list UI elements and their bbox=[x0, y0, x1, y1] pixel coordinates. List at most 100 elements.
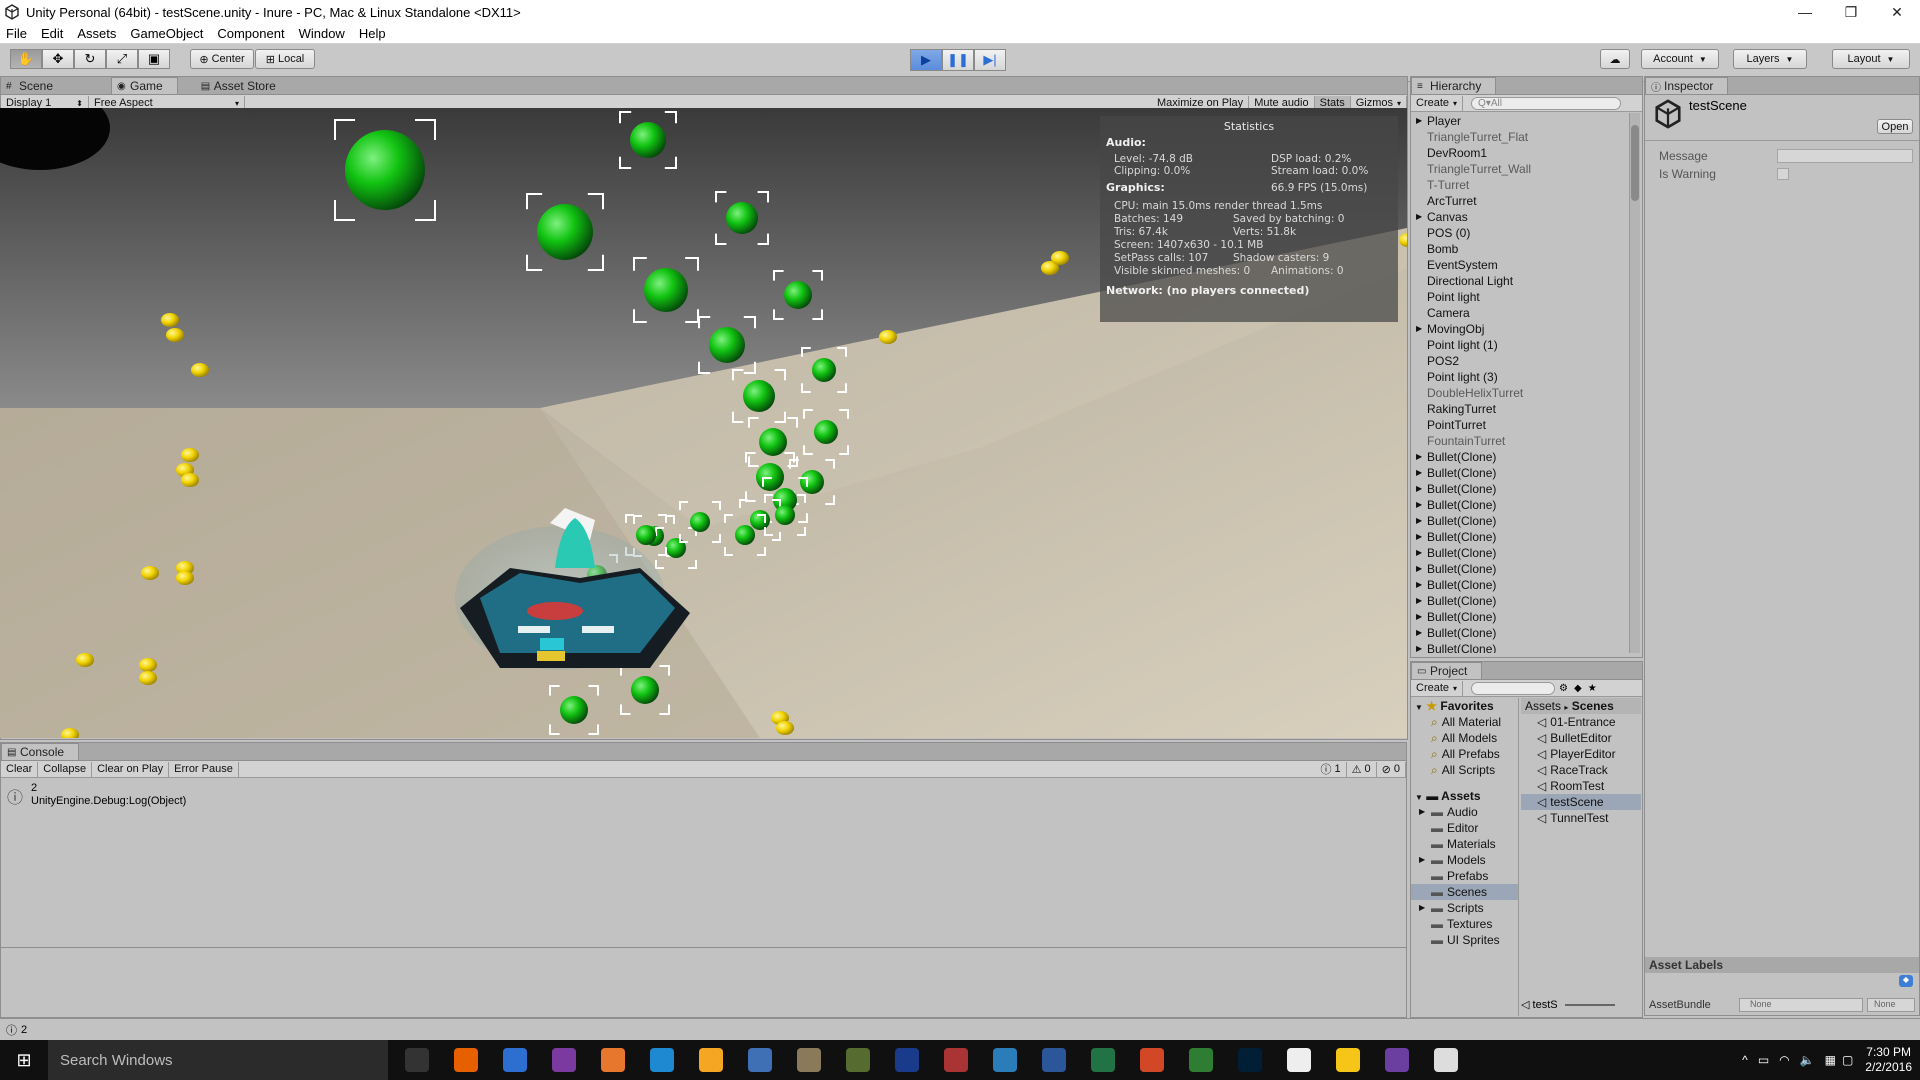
icon-size-slider[interactable] bbox=[1564, 1004, 1615, 1007]
expand-arrow-icon[interactable]: ▶ bbox=[1416, 609, 1422, 625]
expand-arrow-icon[interactable]: ▶ bbox=[1416, 545, 1422, 561]
favorite-item[interactable]: ⌕ All Prefabs bbox=[1411, 746, 1518, 762]
message-field[interactable] bbox=[1777, 149, 1913, 163]
minimize-button[interactable]: — bbox=[1782, 0, 1828, 24]
pause-button[interactable]: ❚❚ bbox=[942, 49, 974, 71]
hierarchy-item[interactable]: Directional Light bbox=[1411, 273, 1629, 289]
scale-tool-button[interactable]: ⤢ bbox=[106, 49, 138, 69]
battery-icon[interactable]: ▭ bbox=[1758, 1053, 1769, 1067]
taskbar-app-icon[interactable] bbox=[1176, 1040, 1225, 1080]
tab-asset-store[interactable]: ▤ Asset Store bbox=[196, 78, 290, 94]
hierarchy-item[interactable]: POS (0) bbox=[1411, 225, 1629, 241]
project-search-input[interactable] bbox=[1471, 681, 1556, 695]
menu-gameobject[interactable]: GameObject bbox=[130, 26, 203, 41]
hierarchy-item[interactable]: RakingTurret bbox=[1411, 401, 1629, 417]
taskbar-app-icon[interactable] bbox=[539, 1040, 588, 1080]
asset-folder-item[interactable]: ▬ Textures bbox=[1411, 916, 1518, 932]
console-clear-on-play-button[interactable]: Clear on Play bbox=[92, 761, 170, 777]
favorites-node[interactable]: ▼ ★ Favorites bbox=[1411, 698, 1518, 714]
log-count-toggle[interactable]: ⓘ 1 bbox=[1316, 761, 1347, 777]
error-count-toggle[interactable]: ⊘ 0 bbox=[1377, 761, 1406, 777]
hierarchy-item[interactable]: Point light (1) bbox=[1411, 337, 1629, 353]
account-dropdown[interactable]: Account ▼ bbox=[1641, 49, 1719, 69]
is-warning-checkbox[interactable] bbox=[1777, 168, 1789, 180]
expand-arrow-icon[interactable]: ▶ bbox=[1416, 529, 1422, 545]
hierarchy-item[interactable]: ▶ Bullet(Clone) bbox=[1411, 497, 1629, 513]
asset-folder-item[interactable]: ▶ ▬ Scripts bbox=[1411, 900, 1518, 916]
scene-file-item[interactable]: ◁ RaceTrack bbox=[1521, 762, 1641, 778]
star-icon[interactable]: ★ bbox=[1588, 683, 1597, 694]
asset-folder-item[interactable]: ▬ Prefabs bbox=[1411, 868, 1518, 884]
console-entry[interactable]: ⓘ 2 UnityEngine.Debug:Log(Object) bbox=[1, 778, 1406, 812]
favorite-item[interactable]: ⌕ All Scripts bbox=[1411, 762, 1518, 778]
scene-file-item[interactable]: ◁ TunnelTest bbox=[1521, 810, 1641, 826]
taskbar-app-icon[interactable] bbox=[1372, 1040, 1421, 1080]
taskbar-app-icon[interactable] bbox=[1127, 1040, 1176, 1080]
play-button[interactable]: ▶ bbox=[910, 49, 942, 71]
asset-folder-item[interactable]: ▬ Scenes bbox=[1411, 884, 1518, 900]
hierarchy-item[interactable]: Bomb bbox=[1411, 241, 1629, 257]
taskbar-app-icon[interactable] bbox=[882, 1040, 931, 1080]
hierarchy-create-dropdown[interactable]: Create ▾ bbox=[1411, 95, 1464, 111]
tab-scene[interactable]: # Scene bbox=[1, 78, 67, 94]
hierarchy-item[interactable]: ▶ Bullet(Clone) bbox=[1411, 593, 1629, 609]
taskbar-app-icon[interactable] bbox=[637, 1040, 686, 1080]
taskbar-app-icon[interactable] bbox=[1029, 1040, 1078, 1080]
hierarchy-item[interactable]: ArcTurret bbox=[1411, 193, 1629, 209]
scene-file-item[interactable]: ◁ testScene bbox=[1521, 794, 1641, 810]
hierarchy-item[interactable]: ▶ Bullet(Clone) bbox=[1411, 625, 1629, 641]
close-button[interactable]: ✕ bbox=[1874, 0, 1920, 24]
rotate-tool-button[interactable]: ↻ bbox=[74, 49, 106, 69]
favorite-item[interactable]: ⌕ All Material bbox=[1411, 714, 1518, 730]
hierarchy-item[interactable]: Camera bbox=[1411, 305, 1629, 321]
hierarchy-search-input[interactable]: Q▾All bbox=[1471, 96, 1622, 110]
hierarchy-item[interactable]: Point light (3) bbox=[1411, 369, 1629, 385]
wifi-icon[interactable]: ◠ bbox=[1779, 1053, 1789, 1067]
pivot-local-button[interactable]: ⊞ Local bbox=[255, 49, 315, 69]
taskbar-app-icon[interactable] bbox=[1274, 1040, 1323, 1080]
expand-arrow-icon[interactable]: ▶ bbox=[1416, 577, 1422, 593]
hierarchy-item[interactable]: T-Turret bbox=[1411, 177, 1629, 193]
tray-chevron-icon[interactable]: ^ bbox=[1742, 1053, 1748, 1067]
expand-arrow-icon[interactable]: ▶ bbox=[1419, 852, 1425, 868]
taskbar-app-icon[interactable] bbox=[931, 1040, 980, 1080]
taskbar-app-icon[interactable] bbox=[833, 1040, 882, 1080]
taskbar-app-icon[interactable] bbox=[588, 1040, 637, 1080]
menu-component[interactable]: Component bbox=[217, 26, 284, 41]
taskbar-app-icon[interactable] bbox=[980, 1040, 1029, 1080]
expand-arrow-icon[interactable]: ▶ bbox=[1419, 900, 1425, 916]
project-create-dropdown[interactable]: Create ▾ bbox=[1411, 680, 1464, 696]
menu-file[interactable]: File bbox=[6, 26, 27, 41]
hierarchy-item[interactable]: ▶ Bullet(Clone) bbox=[1411, 561, 1629, 577]
scene-file-item[interactable]: ◁ RoomTest bbox=[1521, 778, 1641, 794]
collab-cloud-button[interactable]: ☁ bbox=[1600, 49, 1630, 69]
hierarchy-scroll-thumb[interactable] bbox=[1631, 125, 1639, 201]
menu-window[interactable]: Window bbox=[299, 26, 345, 41]
hierarchy-item[interactable]: ▶ Bullet(Clone) bbox=[1411, 545, 1629, 561]
hierarchy-item[interactable]: ▶ Bullet(Clone) bbox=[1411, 529, 1629, 545]
console-clear-button[interactable]: Clear bbox=[1, 761, 39, 777]
expand-arrow-icon[interactable]: ▶ bbox=[1416, 513, 1422, 529]
volume-icon[interactable]: 🔈 bbox=[1800, 1053, 1815, 1067]
expand-arrow-icon[interactable]: ▶ bbox=[1416, 321, 1422, 337]
taskbar-app-icon[interactable] bbox=[784, 1040, 833, 1080]
expand-arrow-icon[interactable]: ▶ bbox=[1416, 497, 1422, 513]
taskbar-search[interactable]: Search Windows bbox=[48, 1040, 388, 1080]
console-collapse-button[interactable]: Collapse bbox=[38, 761, 93, 777]
asset-bundle-dropdown[interactable]: None bbox=[1739, 998, 1863, 1012]
move-tool-button[interactable]: ✥ bbox=[42, 49, 74, 69]
pivot-center-button[interactable]: ⊕ Center bbox=[190, 49, 254, 69]
hierarchy-item[interactable]: ▶ Bullet(Clone) bbox=[1411, 465, 1629, 481]
taskbar-app-icon[interactable] bbox=[1323, 1040, 1372, 1080]
layers-dropdown[interactable]: Layers ▼ bbox=[1733, 49, 1807, 69]
hierarchy-item[interactable]: DoubleHelixTurret bbox=[1411, 385, 1629, 401]
expand-arrow-icon[interactable]: ▶ bbox=[1419, 804, 1425, 820]
hierarchy-item[interactable]: TriangleTurret_Flat bbox=[1411, 129, 1629, 145]
taskbar-app-icon[interactable] bbox=[392, 1040, 441, 1080]
maximize-button[interactable]: ❐ bbox=[1828, 0, 1874, 24]
asset-folder-item[interactable]: ▬ UI Sprites bbox=[1411, 932, 1518, 948]
hierarchy-item[interactable]: ▶ Bullet(Clone) bbox=[1411, 641, 1629, 653]
asset-folder-item[interactable]: ▶ ▬ Models bbox=[1411, 852, 1518, 868]
step-button[interactable]: ▶| bbox=[974, 49, 1006, 71]
taskbar-app-icon[interactable] bbox=[1078, 1040, 1127, 1080]
